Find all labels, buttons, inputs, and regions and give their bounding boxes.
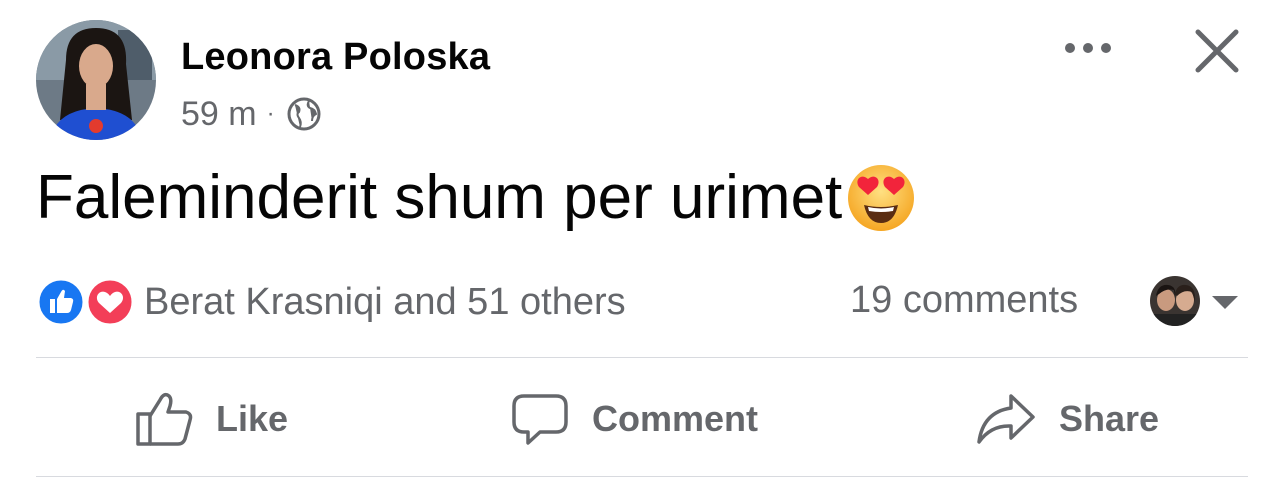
author-name[interactable]: Leonora Poloska	[181, 36, 490, 79]
comment-button[interactable]: Comment	[510, 382, 758, 456]
share-button[interactable]: Share	[975, 382, 1159, 456]
divider-top	[36, 357, 1248, 358]
share-label: Share	[1059, 398, 1160, 439]
meta-separator: ·	[266, 100, 275, 127]
heart-eyes-emoji-icon	[846, 163, 916, 233]
post-meta: 59 m ·	[181, 92, 323, 136]
post-text: Faleminderit shum per urimet	[36, 162, 916, 233]
post-message: Faleminderit shum per urimet	[36, 163, 843, 232]
post-time[interactable]: 59 m	[181, 95, 257, 134]
share-arrow-icon	[977, 394, 1035, 444]
reactions-summary[interactable]: Berat Krasniqi and 51 others	[36, 276, 626, 328]
comment-label: Comment	[592, 398, 759, 439]
like-button[interactable]: Like	[134, 382, 288, 456]
close-icon[interactable]	[1192, 26, 1242, 76]
like-label: Like	[216, 398, 289, 439]
globe-icon[interactable]	[285, 95, 323, 133]
chevron-down-icon[interactable]	[1210, 293, 1240, 311]
author-avatar[interactable]	[36, 20, 156, 140]
more-options-icon[interactable]	[1058, 30, 1118, 66]
divider-bottom	[36, 476, 1248, 477]
post-card: Leonora Poloska 59 m · Faleminderit shum…	[0, 0, 1284, 500]
comments-count[interactable]: 19 comments	[850, 279, 1078, 322]
thumbs-up-icon	[136, 392, 193, 446]
reaction-icons	[36, 277, 136, 327]
comment-bubble-icon	[512, 394, 568, 445]
like-reaction-icon	[38, 279, 84, 325]
love-reaction-icon	[87, 279, 133, 325]
reactions-text: Berat Krasniqi and 51 others	[144, 280, 626, 323]
commenter-avatars[interactable]	[1150, 276, 1200, 326]
